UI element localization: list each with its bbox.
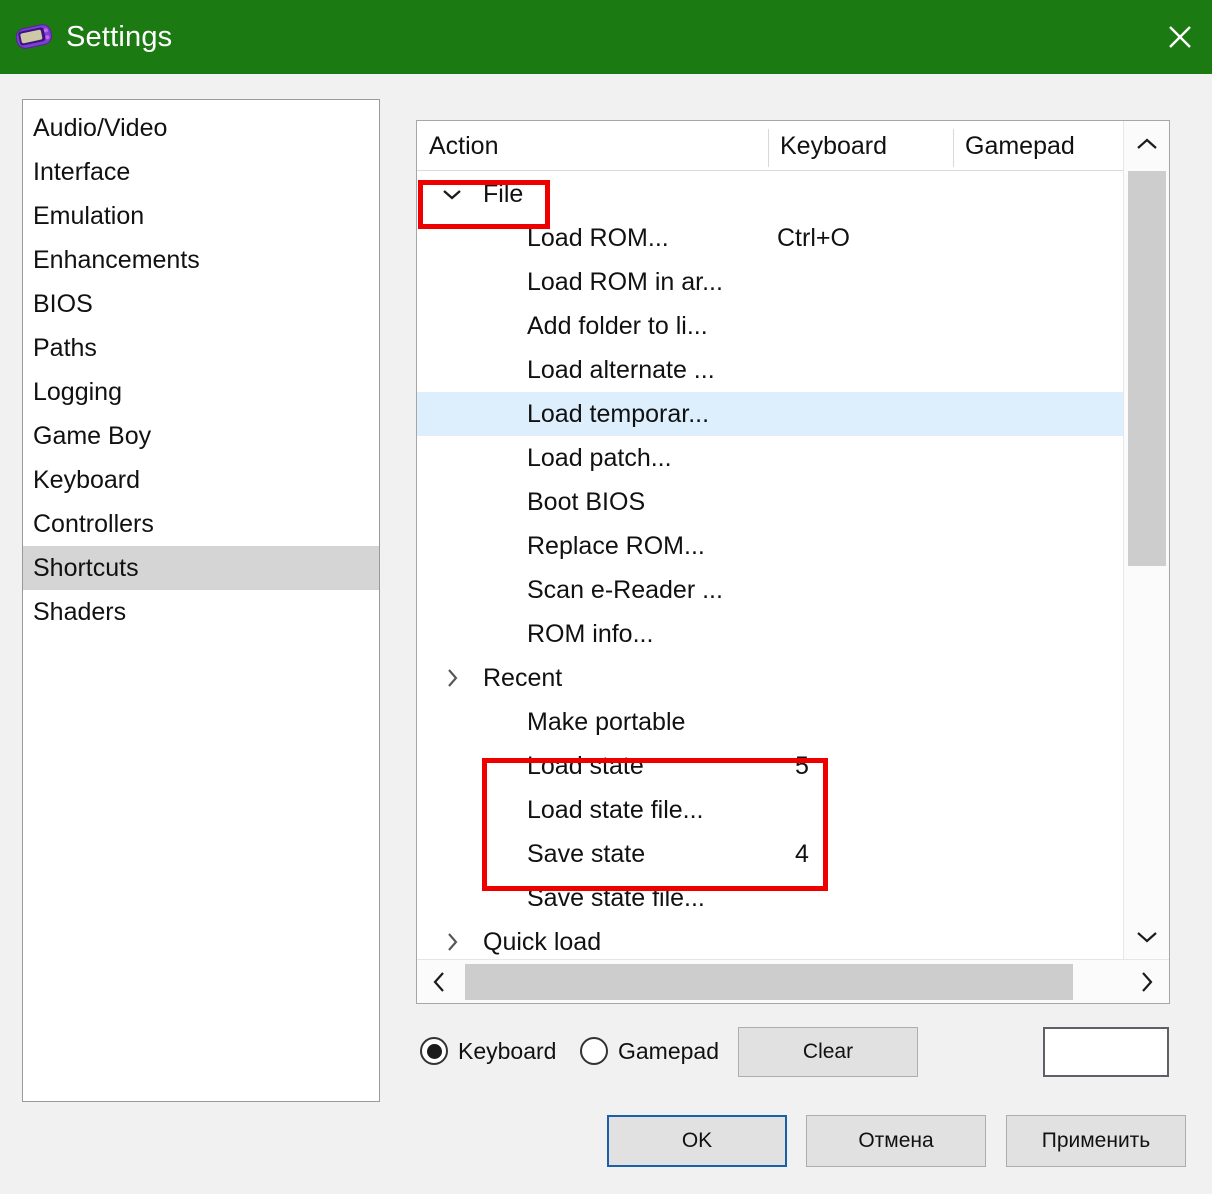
table-row[interactable]: Load patch... [417,436,1124,480]
horizontal-scrollbar-thumb[interactable] [465,964,1073,1000]
binding-input[interactable] [1043,1027,1169,1077]
sidebar-item-audio-video[interactable]: Audio/Video [23,106,379,150]
row-action-label: File [483,180,524,208]
row-action-label: Quick load [483,928,602,956]
radio-keyboard[interactable]: Keyboard [420,1024,556,1078]
column-divider[interactable] [953,129,954,167]
window-title: Settings [66,20,173,53]
table-row[interactable]: File [417,172,1124,216]
radio-selected-icon [420,1037,448,1065]
row-keyboard-binding: 5 [795,752,809,780]
table-row[interactable]: Load ROM... Ctrl+O [417,216,1124,260]
device-binding-controls: Keyboard Gamepad Clear [416,1024,1170,1078]
sidebar-item-game-boy[interactable]: Game Boy [23,414,379,458]
row-action-label: Add folder to li... [527,312,708,340]
chevron-up-icon[interactable] [1124,121,1169,167]
row-action-label: Load alternate ... [527,356,715,384]
table-row[interactable]: Load alternate ... [417,348,1124,392]
column-header-gamepad[interactable]: Gamepad [965,121,1075,171]
table-header: Action Keyboard Gamepad [417,121,1124,171]
title-bar: Settings [0,0,1212,74]
cancel-button[interactable]: Отмена [806,1115,986,1167]
row-action-label: Save state file... [527,884,705,912]
gba-console-icon [12,17,56,57]
radio-keyboard-label: Keyboard [458,1037,557,1064]
table-row[interactable]: ROM info... [417,612,1124,656]
row-action-label: Save state [527,840,646,868]
column-divider[interactable] [768,129,769,167]
table-row[interactable]: Replace ROM... [417,524,1124,568]
sidebar-item-controllers[interactable]: Controllers [23,502,379,546]
sidebar-item-bios[interactable]: BIOS [23,282,379,326]
apply-button[interactable]: Применить [1006,1115,1186,1167]
vertical-scrollbar[interactable] [1123,121,1169,960]
chevron-left-icon[interactable] [417,960,461,1003]
close-icon[interactable] [1148,0,1212,74]
chevron-right-icon[interactable] [439,920,465,960]
table-row[interactable]: Add folder to li... [417,304,1124,348]
row-action-label: ROM info... [527,620,654,648]
column-header-keyboard[interactable]: Keyboard [780,121,887,171]
row-action-label: Scan e-Reader ... [527,576,723,604]
table-row[interactable]: Load state 5 [417,744,1124,788]
sidebar-item-enhancements[interactable]: Enhancements [23,238,379,282]
chevron-down-icon[interactable] [439,172,465,216]
row-action-label: Make portable [527,708,686,736]
clear-button[interactable]: Clear [738,1027,918,1077]
sidebar-item-interface[interactable]: Interface [23,150,379,194]
table-row[interactable]: Save state 4 [417,832,1124,876]
row-action-label: Load state file... [527,796,704,824]
table-row[interactable]: Load state file... [417,788,1124,832]
sidebar-item-shaders[interactable]: Shaders [23,590,379,634]
row-action-label: Load ROM in ar... [527,268,723,296]
sidebar-item-emulation[interactable]: Emulation [23,194,379,238]
table-row[interactable]: Load ROM in ar... [417,260,1124,304]
radio-gamepad-label: Gamepad [618,1037,720,1064]
table-row[interactable]: Make portable [417,700,1124,744]
sidebar-item-shortcuts[interactable]: Shortcuts [23,546,379,590]
table-row[interactable]: Save state file... [417,876,1124,920]
row-action-label: Replace ROM... [527,532,705,560]
table-row[interactable]: Boot BIOS [417,480,1124,524]
table-row[interactable]: Load temporar... [417,392,1124,436]
table-row[interactable]: Scan e-Reader ... [417,568,1124,612]
shortcuts-table-panel: Action Keyboard Gamepad File Load ROM... C… [416,120,1170,1004]
dialog-button-bar: OK Отмена Применить [0,1115,1212,1171]
chevron-right-icon[interactable] [1125,960,1169,1003]
chevron-down-icon[interactable] [1124,914,1169,960]
radio-unselected-icon [580,1037,608,1065]
vertical-scrollbar-thumb[interactable] [1128,171,1166,566]
row-action-label: Boot BIOS [527,488,646,516]
table-row[interactable]: Quick load [417,920,1124,960]
row-action-label: Recent [483,664,563,692]
radio-gamepad[interactable]: Gamepad [580,1024,719,1078]
row-action-label: Load patch... [527,444,672,472]
row-keyboard-binding: Ctrl+O [777,224,850,252]
row-action-label: Load state [527,752,644,780]
row-action-label: Load temporar... [527,400,710,428]
shortcuts-row-list[interactable]: File Load ROM... Ctrl+O Load ROM in ar... Ad… [417,172,1124,960]
chevron-right-icon[interactable] [439,656,465,700]
column-header-action[interactable]: Action [429,121,498,171]
row-action-label: Load ROM... [527,224,669,252]
table-row[interactable]: Recent [417,656,1124,700]
sidebar-item-paths[interactable]: Paths [23,326,379,370]
horizontal-scrollbar[interactable] [417,959,1169,1003]
ok-button[interactable]: OK [607,1115,787,1167]
sidebar-item-keyboard[interactable]: Keyboard [23,458,379,502]
sidebar-item-logging[interactable]: Logging [23,370,379,414]
row-keyboard-binding: 4 [795,840,809,868]
settings-category-list[interactable]: Audio/Video Interface Emulation Enhancement… [22,99,380,1102]
